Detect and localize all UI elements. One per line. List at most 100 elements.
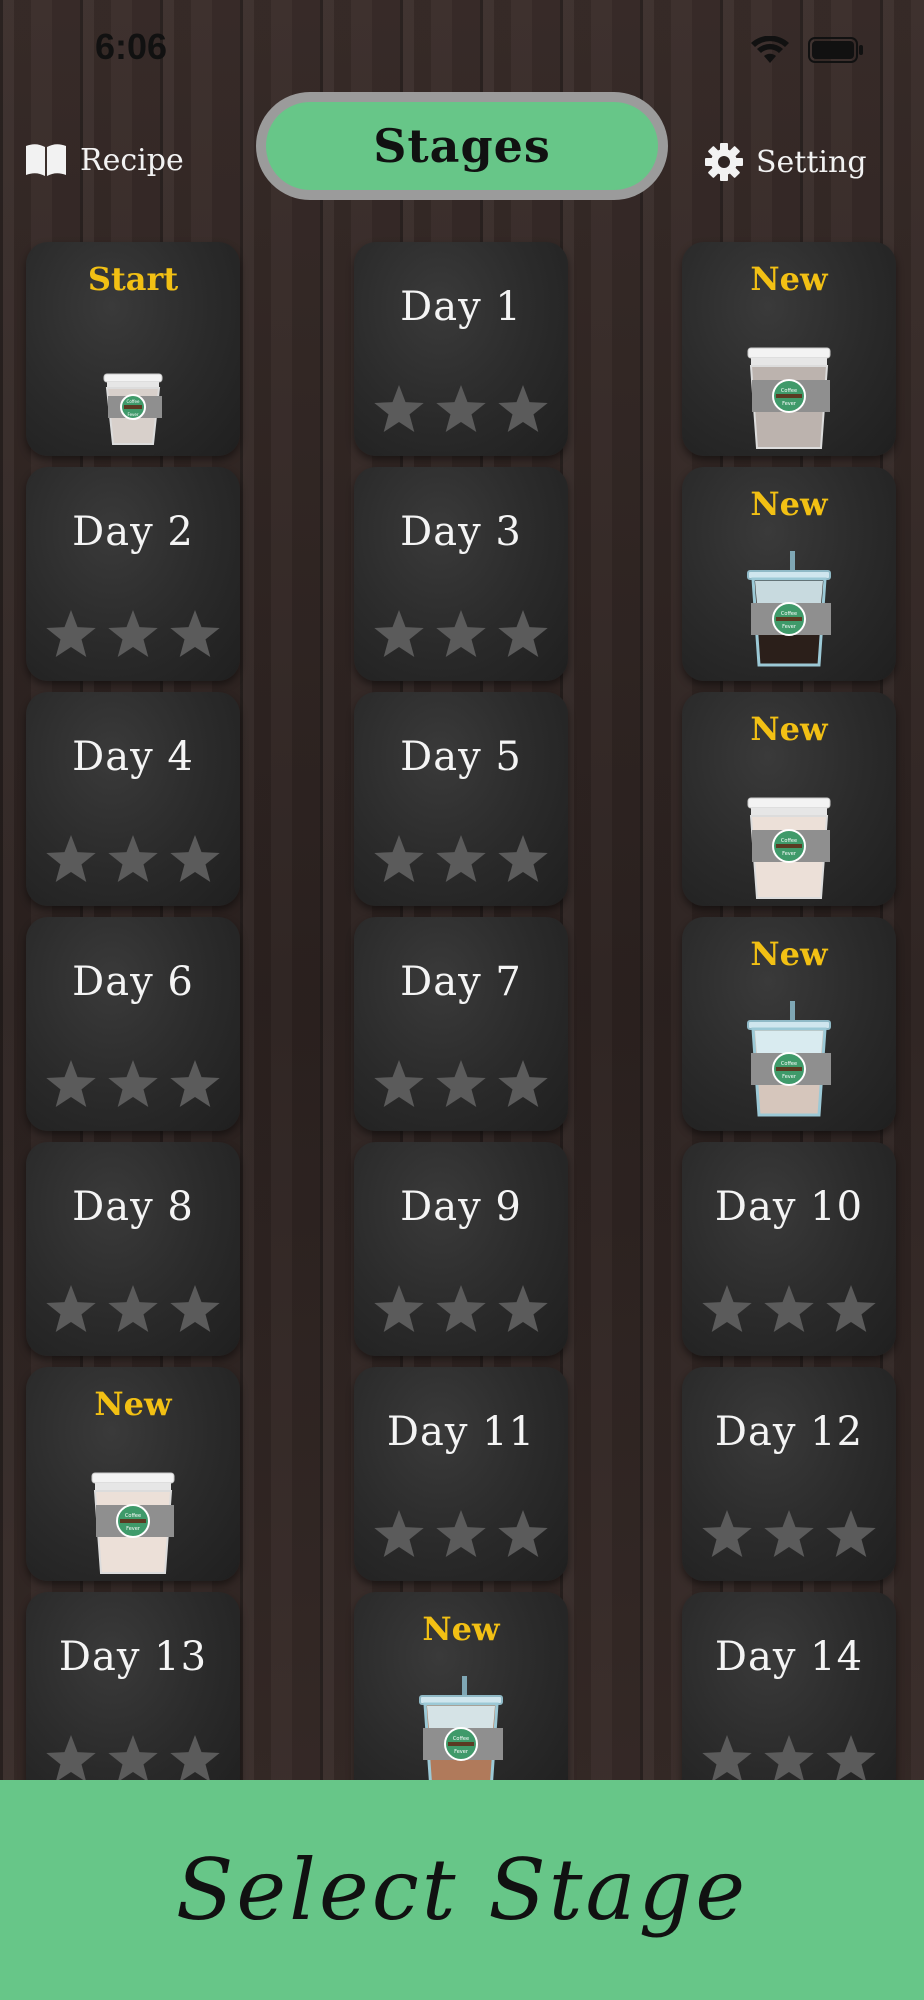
star-rating <box>368 1509 554 1561</box>
stage-title: Day 12 <box>714 1409 864 1455</box>
stage-title: Day 7 <box>400 959 522 1005</box>
star-rating <box>696 1734 882 1786</box>
stage-card-day-2[interactable]: Day 2 <box>26 467 240 681</box>
star-icon <box>108 1285 158 1332</box>
star-rating <box>40 834 226 886</box>
star-icon <box>436 835 486 882</box>
stage-title: Day 11 <box>386 1409 536 1455</box>
stage-card-new-8[interactable]: New Coffee Fever <box>682 692 896 906</box>
star-icon <box>46 610 96 657</box>
star-icon <box>702 1285 752 1332</box>
stage-title: Day 5 <box>400 734 522 780</box>
star-icon <box>498 1285 548 1332</box>
cup-illustration: Coffee Fever <box>89 1471 177 1581</box>
star-icon <box>764 1735 814 1782</box>
stage-card-day-11[interactable]: Day 11 <box>354 1367 568 1581</box>
svg-text:Fever: Fever <box>454 1749 469 1755</box>
stage-card-day-4[interactable]: Day 4 <box>26 692 240 906</box>
start-badge: Start <box>87 260 179 298</box>
iced-coffee-cup-icon: Coffee Fever <box>747 1001 831 1117</box>
stage-title: Day 9 <box>400 1184 522 1230</box>
stage-card-day-8[interactable]: Day 8 <box>26 1142 240 1356</box>
stage-card-new-15[interactable]: New Coffee Fever <box>26 1367 240 1581</box>
hot-coffee-cup-icon: Coffee Fever <box>747 347 831 449</box>
svg-text:Fever: Fever <box>126 1526 141 1532</box>
star-icon <box>108 835 158 882</box>
star-icon <box>498 1060 548 1107</box>
svg-text:Coffee: Coffee <box>781 388 797 394</box>
iced-coffee-cup-icon: Coffee Fever <box>747 551 831 667</box>
stage-title: Day 3 <box>400 509 522 555</box>
star-rating <box>368 384 554 436</box>
stage-title: Day 6 <box>72 959 194 1005</box>
star-icon <box>374 835 424 882</box>
star-icon <box>436 385 486 432</box>
stage-card-day-7[interactable]: Day 7 <box>354 917 568 1131</box>
star-rating <box>40 1734 226 1786</box>
star-icon <box>764 1510 814 1557</box>
stage-card-new-5[interactable]: New Coffee Fever <box>682 467 896 681</box>
star-icon <box>374 1285 424 1332</box>
star-icon <box>46 835 96 882</box>
stage-card-day-12[interactable]: Day 12 <box>682 1367 896 1581</box>
stage-card-new-2[interactable]: New Coffee Fever <box>682 242 896 456</box>
star-icon <box>826 1510 876 1557</box>
svg-text:Coffee: Coffee <box>781 1061 797 1067</box>
star-rating <box>368 1284 554 1336</box>
svg-text:Coffee: Coffee <box>127 399 140 404</box>
stage-card-day-1[interactable]: Day 1 <box>354 242 568 456</box>
star-icon <box>170 1285 220 1332</box>
star-icon <box>826 1285 876 1332</box>
star-icon <box>436 1060 486 1107</box>
stage-card-day-13[interactable]: Day 13 <box>26 1592 240 1806</box>
star-icon <box>108 1060 158 1107</box>
stage-card-day-6[interactable]: Day 6 <box>26 917 240 1131</box>
star-rating <box>696 1284 882 1336</box>
star-icon <box>702 1735 752 1782</box>
stage-title: Day 4 <box>72 734 194 780</box>
star-rating <box>368 609 554 661</box>
stage-title: Day 2 <box>72 509 194 555</box>
star-rating <box>368 834 554 886</box>
star-rating <box>368 1059 554 1111</box>
stage-card-day-9[interactable]: Day 9 <box>354 1142 568 1356</box>
svg-text:Coffee: Coffee <box>453 1736 469 1742</box>
cup-illustration: Coffee Fever <box>745 346 833 456</box>
star-icon <box>498 835 548 882</box>
star-icon <box>498 1510 548 1557</box>
svg-text:Fever: Fever <box>782 401 797 407</box>
stage-card-day-14[interactable]: Day 14 <box>682 1592 896 1806</box>
stage-grid: Start Coffee Fever Day 1 New Coffee Fever Day 2… <box>0 0 924 1806</box>
star-rating <box>40 1059 226 1111</box>
stage-title: Day 1 <box>400 284 522 330</box>
stage-title: Day 10 <box>714 1184 864 1230</box>
new-badge: New <box>94 1385 172 1423</box>
svg-text:Coffee: Coffee <box>781 611 797 617</box>
svg-text:Coffee: Coffee <box>125 1513 141 1519</box>
stage-card-new-19[interactable]: New Coffee Fever <box>354 1592 568 1806</box>
star-rating <box>40 609 226 661</box>
star-icon <box>374 1510 424 1557</box>
star-icon <box>498 385 548 432</box>
stage-title: Day 14 <box>714 1634 864 1680</box>
stage-title: Day 13 <box>58 1634 208 1680</box>
new-badge: New <box>750 260 828 298</box>
stage-card-day-10[interactable]: Day 10 <box>682 1142 896 1356</box>
star-icon <box>374 1060 424 1107</box>
star-rating <box>696 1509 882 1561</box>
star-icon <box>374 610 424 657</box>
star-icon <box>170 610 220 657</box>
new-badge: New <box>422 1610 500 1648</box>
star-icon <box>436 1285 486 1332</box>
svg-text:Fever: Fever <box>782 624 797 630</box>
stage-title: Day 8 <box>72 1184 194 1230</box>
stage-card-day-5[interactable]: Day 5 <box>354 692 568 906</box>
select-stage-bar[interactable]: Select Stage <box>0 1780 924 2000</box>
star-icon <box>170 835 220 882</box>
svg-text:Coffee: Coffee <box>781 838 797 844</box>
star-icon <box>436 1510 486 1557</box>
stage-card-day-3[interactable]: Day 3 <box>354 467 568 681</box>
stage-card-new-11[interactable]: New Coffee Fever <box>682 917 896 1131</box>
star-icon <box>702 1510 752 1557</box>
stage-card-start-0[interactable]: Start Coffee Fever <box>26 242 240 456</box>
